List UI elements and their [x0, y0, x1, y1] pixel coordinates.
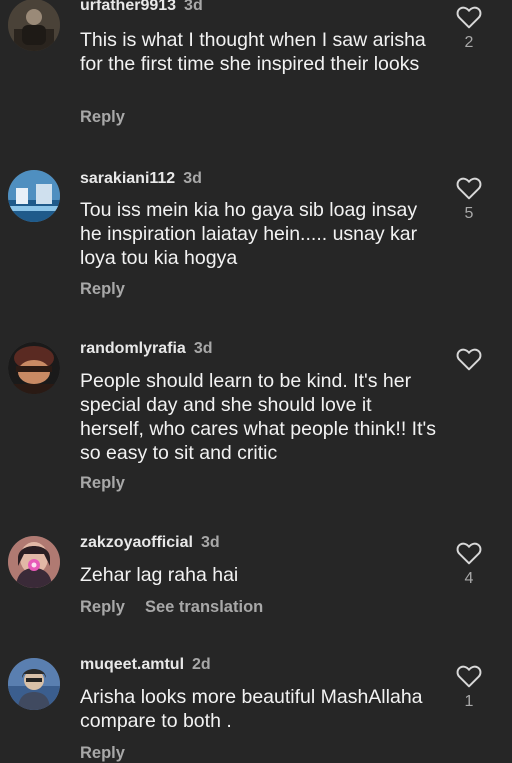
- username[interactable]: urfather9913: [80, 0, 176, 14]
- avatar[interactable]: [8, 536, 60, 588]
- avatar[interactable]: [8, 342, 60, 394]
- like-area: 1: [455, 664, 483, 711]
- comment-text: People should learn to be kind. It's her…: [80, 370, 436, 464]
- comment-text: Tou iss mein kia ho gaya sib loag insay …: [80, 199, 418, 269]
- comment-actions: Reply: [80, 108, 145, 127]
- username[interactable]: muqeet.amtul: [80, 656, 184, 673]
- heart-icon[interactable]: [456, 176, 482, 200]
- comment-actions: Reply: [80, 280, 145, 299]
- comment-text: Zehar lag raha hai: [80, 564, 239, 586]
- comment-meta: sarakiani112 3d: [80, 170, 202, 188]
- reply-button[interactable]: Reply: [80, 744, 125, 762]
- comment-actions: Reply: [80, 744, 145, 763]
- comment-actions: Reply: [80, 474, 145, 493]
- like-area: 4: [455, 541, 483, 588]
- timestamp: 3d: [183, 170, 202, 187]
- comment-meta: muqeet.amtul 2d: [80, 656, 211, 674]
- avatar[interactable]: [8, 658, 60, 710]
- like-count: 5: [464, 205, 474, 222]
- heart-icon[interactable]: [456, 664, 482, 688]
- comment-meta: urfather9913 3d: [80, 0, 203, 15]
- like-count: 1: [464, 693, 474, 710]
- reply-button[interactable]: Reply: [80, 280, 125, 298]
- like-area: 5: [455, 176, 483, 223]
- reply-button[interactable]: Reply: [80, 474, 125, 492]
- timestamp: 2d: [192, 656, 211, 673]
- see-translation-button[interactable]: See translation: [145, 598, 263, 616]
- timestamp: 3d: [200, 534, 220, 551]
- timestamp: 3d: [193, 340, 213, 357]
- comment-text: Arisha looks more beautiful MashAllaha c…: [80, 686, 423, 732]
- reply-button[interactable]: Reply: [80, 598, 125, 616]
- like-area: [455, 347, 483, 376]
- heart-icon[interactable]: [456, 347, 482, 371]
- comment-actions: Reply See translation: [80, 598, 283, 617]
- username[interactable]: zakzoyaofficial: [80, 534, 193, 551]
- like-count: 4: [464, 570, 474, 587]
- heart-icon[interactable]: [456, 5, 482, 29]
- comment-text: This is what I thought when I saw arisha…: [80, 29, 426, 75]
- reply-button[interactable]: Reply: [80, 108, 125, 126]
- timestamp: 3d: [184, 0, 203, 14]
- heart-icon[interactable]: [456, 541, 482, 565]
- like-count: 2: [464, 34, 474, 51]
- comment-meta: randomlyrafia 3d: [80, 340, 212, 358]
- username[interactable]: sarakiani112: [80, 170, 175, 187]
- comment-meta: zakzoyaofficial 3d: [80, 534, 220, 552]
- username[interactable]: randomlyrafia: [80, 340, 186, 357]
- avatar[interactable]: [8, 170, 60, 222]
- avatar[interactable]: [8, 0, 60, 51]
- like-area: 2: [455, 5, 483, 52]
